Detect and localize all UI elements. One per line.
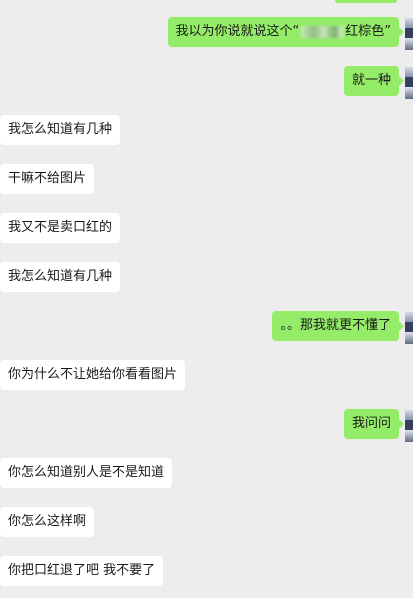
my-avatar[interactable] [405, 312, 413, 344]
message-text: 你怎么这样啊 [8, 514, 87, 529]
incoming-bubble[interactable]: 你为什么不让她给你看看图片 [0, 360, 186, 390]
message-text: 我又不是卖口红的 [8, 220, 113, 235]
message-text: 我问问 [351, 416, 391, 431]
outgoing-bubble[interactable]: 我问问 [343, 409, 405, 439]
message-text: 干嘛不给图片 [8, 171, 87, 186]
message-row: 我怎么知道有几种 [0, 262, 413, 296]
redacted-text [301, 25, 344, 38]
incoming-bubble[interactable]: 你怎么知道别人是不是知道 [0, 458, 173, 488]
message-row: 我以为你说就说这个“ 红棕色” [0, 17, 413, 51]
avatar-image [405, 77, 413, 87]
message-text: 我怎么知道有几种 [8, 269, 113, 284]
incoming-bubble[interactable]: 我怎么知道有几种 [0, 115, 121, 145]
my-avatar[interactable] [405, 67, 413, 99]
my-avatar[interactable] [405, 18, 413, 50]
incoming-bubble[interactable]: 你怎么这样啊 [0, 507, 95, 537]
incoming-bubble[interactable]: 干嘛不给图片 [0, 164, 95, 194]
message-text: 你为什么不让她给你看看图片 [8, 367, 178, 382]
chat-area[interactable]: 我以为你说就说这个“ 红棕色” 就一种 我怎么知道有几种 干嘛不给图片 我又不是卖… [0, 0, 413, 598]
avatar-image [405, 420, 413, 430]
message-row: 。。那我就更不懂了 [0, 311, 413, 345]
incoming-bubble[interactable]: 我怎么知道有几种 [0, 262, 121, 292]
avatar-image [405, 322, 413, 332]
outgoing-bubble[interactable]: 。。那我就更不懂了 [272, 311, 404, 341]
message-text: 。。那我就更不懂了 [280, 318, 391, 333]
message-text: 就一种 [351, 73, 391, 88]
message-row: 就一种 [0, 66, 413, 100]
message-row: 我问问 [0, 409, 413, 443]
incoming-bubble[interactable]: 我又不是卖口红的 [0, 213, 121, 243]
message-text: 你怎么知道别人是不是知道 [8, 465, 165, 480]
message-text: 我以为你说就说这个“ [175, 24, 300, 39]
outgoing-bubble[interactable]: 我以为你说就说这个“ 红棕色” [167, 17, 404, 47]
message-text: 你把口红退了吧 我不要了 [8, 563, 156, 578]
message-row: 干嘛不给图片 [0, 164, 413, 198]
message-text: 我怎么知道有几种 [8, 122, 113, 137]
message-row: 你为什么不让她给你看看图片 [0, 360, 413, 394]
message-text: 红棕色” [345, 24, 391, 39]
avatar-image [405, 28, 413, 38]
my-avatar[interactable] [405, 410, 413, 442]
incoming-bubble[interactable]: 你把口红退了吧 我不要了 [0, 556, 164, 586]
message-row: 我又不是卖口红的 [0, 213, 413, 247]
previous-message-edge [335, 0, 397, 3]
message-row: 你把口红退了吧 我不要了 [0, 556, 413, 590]
outgoing-bubble[interactable]: 就一种 [343, 66, 405, 96]
message-row: 我怎么知道有几种 [0, 115, 413, 149]
message-row: 你怎么这样啊 [0, 507, 413, 541]
message-row: 你怎么知道别人是不是知道 [0, 458, 413, 492]
